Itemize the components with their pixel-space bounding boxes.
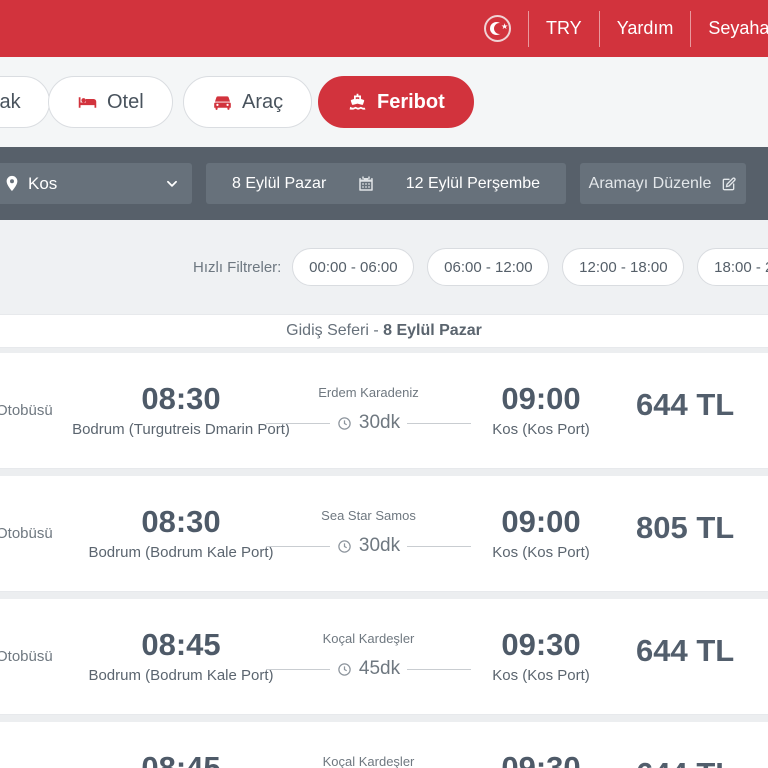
price: 644 TL xyxy=(636,756,734,768)
journey-row[interactable]: Otobüsü 08:30 Bodrum (Turgutreis Dmarin … xyxy=(0,353,768,469)
journey-row[interactable]: Otobüsü 08:30 Bodrum (Bodrum Kale Port) … xyxy=(0,476,768,592)
product-tabs: Uçak Otel Araç Feribot xyxy=(0,57,768,147)
tab-hotel[interactable]: Otel xyxy=(48,76,173,128)
car-icon xyxy=(214,95,231,110)
clock-icon xyxy=(337,539,352,554)
section-title-prefix: Gidiş Seferi - xyxy=(286,322,384,339)
price: 644 TL xyxy=(636,387,735,422)
edit-search-label: Aramayı Düzenle xyxy=(588,174,712,192)
calendar-icon xyxy=(359,176,373,191)
location-pin-icon xyxy=(6,175,18,192)
price: 805 TL xyxy=(636,510,735,545)
arrival-block: 09:00 Kos (Kos Port) xyxy=(441,504,641,561)
edit-search-button[interactable]: Aramayı Düzenle xyxy=(580,163,746,204)
divider xyxy=(598,10,600,47)
filter-00-06[interactable]: 00:00 - 06:00 xyxy=(292,248,415,286)
duration: 30dk xyxy=(358,412,401,433)
ferry-icon xyxy=(349,93,366,110)
arrival-block: 09:00 Kos (Kos Port) xyxy=(441,381,641,438)
arrival-port: Kos (Kos Port) xyxy=(492,544,590,561)
filter-06-12[interactable]: 06:00 - 12:00 xyxy=(427,248,550,286)
tab-ferry-label: Feribot xyxy=(377,90,445,113)
departure-date-button[interactable]: 8 Eylül Pazar xyxy=(232,175,326,193)
edit-icon xyxy=(723,176,737,190)
arrival-block: 09:30 xyxy=(441,750,641,768)
destination-value: Kos xyxy=(28,173,58,193)
shuttle-label: Otobüsü xyxy=(0,648,53,665)
date-range: 8 Eylül Pazar 12 Eylül Perşembe xyxy=(206,163,566,204)
price: 644 TL xyxy=(636,633,735,668)
duration: 30dk xyxy=(358,535,401,556)
my-trips-link[interactable]: Seyahatlerim xyxy=(708,18,768,39)
arrival-port: Kos (Kos Port) xyxy=(492,667,590,684)
tab-flight-label: Uçak xyxy=(0,90,21,113)
clock-icon xyxy=(337,416,352,431)
destination-select[interactable]: Kos xyxy=(0,163,192,204)
topbar-nav: ★ TRY Yardım Seyahatlerim xyxy=(484,0,768,57)
tab-car-label: Araç xyxy=(242,90,284,113)
filter-12-18[interactable]: 12:00 - 18:00 xyxy=(562,248,685,286)
arrival-time: 09:00 xyxy=(501,381,581,416)
help-link[interactable]: Yardım xyxy=(617,18,674,39)
return-date-button[interactable]: 12 Eylül Perşembe xyxy=(406,175,540,193)
chevron-down-icon xyxy=(167,180,177,187)
shuttle-label: Otobüsü xyxy=(0,525,53,542)
tab-ferry-active[interactable]: Feribot xyxy=(318,76,474,128)
section-title-date: 8 Eylül Pazar xyxy=(383,322,482,339)
search-bar: Kos 8 Eylül Pazar 12 Eylül Perşembe Aram… xyxy=(0,147,768,220)
shuttle-label: Otobüsü xyxy=(0,402,53,419)
route-line xyxy=(266,422,330,424)
clock-icon xyxy=(337,662,352,677)
bed-icon xyxy=(78,96,97,108)
quick-filters: Hızlı Filtreler: 00:00 - 06:00 06:00 - 1… xyxy=(0,220,768,314)
arrival-time: 09:00 xyxy=(501,504,581,539)
arrival-time: 09:30 xyxy=(501,750,581,768)
arrival-port: Kos (Kos Port) xyxy=(492,421,590,438)
duration: 45dk xyxy=(358,658,401,679)
tab-flight[interactable]: Uçak xyxy=(0,76,50,128)
tab-car[interactable]: Araç xyxy=(183,76,313,128)
divider xyxy=(528,10,529,47)
shuttle-label: Otobüsü xyxy=(0,722,53,768)
arrival-block: 09:30 Kos (Kos Port) xyxy=(441,627,641,684)
topbar: ★ TRY Yardım Seyahatlerim xyxy=(0,0,768,57)
journey-row[interactable]: Otobüsü 08:45 Koçal Kardeşler 09:30 644 … xyxy=(0,722,768,768)
divider xyxy=(690,10,692,47)
arrival-time: 09:30 xyxy=(501,627,581,662)
filter-18-24[interactable]: 18:00 - 24:00 xyxy=(697,248,768,286)
quick-filters-label: Hızlı Filtreler: xyxy=(193,258,282,276)
section-header: Gidiş Seferi - 8 Eylül Pazar xyxy=(0,314,768,348)
turkish-flag-icon[interactable]: ★ xyxy=(484,15,511,42)
route-line xyxy=(266,668,330,670)
journey-list: Otobüsü 08:30 Bodrum (Turgutreis Dmarin … xyxy=(0,348,768,768)
route-line xyxy=(266,545,330,547)
tab-hotel-label: Otel xyxy=(107,90,144,113)
journey-row[interactable]: Otobüsü 08:45 Bodrum (Bodrum Kale Port) … xyxy=(0,599,768,715)
currency-selector[interactable]: TRY xyxy=(546,18,582,39)
